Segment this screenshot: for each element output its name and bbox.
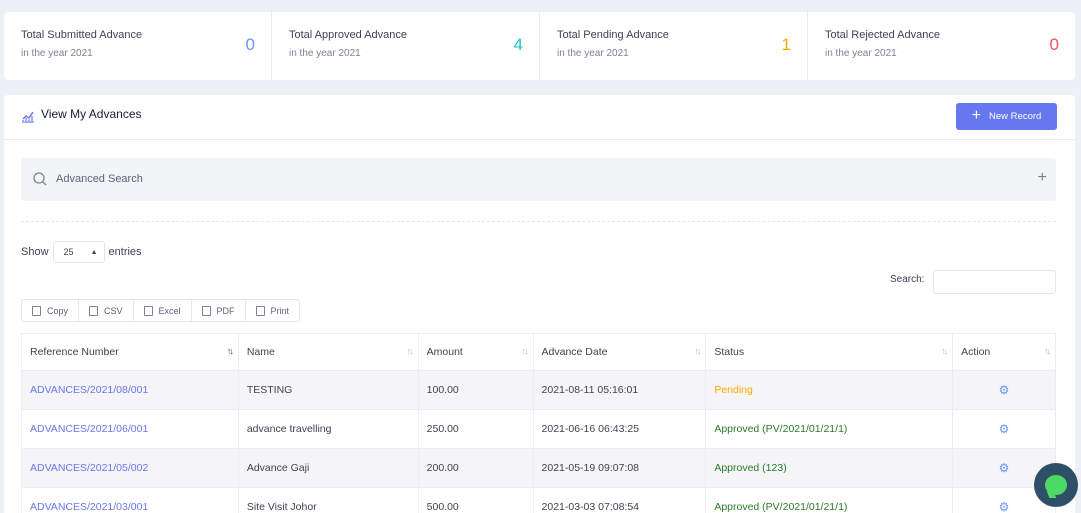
plus-icon: + [971, 106, 982, 124]
advances-card: View My Advances + New Record Advanced S… [4, 95, 1075, 513]
reference-link[interactable]: ADVANCES/2021/08/001 [21, 370, 239, 410]
search-label: Search: [890, 274, 925, 285]
sort-icon: ↑↓ [1044, 346, 1051, 356]
stat-approved: Total Approved Advance in the year 2021 … [272, 12, 540, 80]
search-icon [33, 172, 47, 186]
show-label: Show [21, 246, 49, 258]
stat-value: 1 [781, 35, 791, 54]
cell-date: 2021-05-19 09:07:08 [532, 448, 707, 488]
advanced-search-label: Advanced Search [56, 173, 143, 185]
excel-button[interactable]: Excel [134, 300, 192, 321]
cell-name: TESTING [237, 370, 419, 410]
print-icon [255, 305, 265, 316]
csv-label: CSV [104, 305, 123, 316]
cell-name: advance travelling [237, 409, 419, 449]
copy-label: Copy [47, 305, 69, 316]
excel-file-icon [143, 305, 153, 316]
stat-subtitle: in the year 2021 [289, 48, 361, 59]
stat-title: Total Pending Advance [557, 29, 669, 41]
expand-plus-icon: + [1037, 169, 1047, 186]
cell-status: Pending [705, 370, 954, 410]
stat-value: 0 [1049, 35, 1059, 54]
export-buttons: Copy CSV Excel PDF Print [21, 299, 301, 322]
advanced-search-toggle[interactable]: Advanced Search + [21, 158, 1056, 201]
table-row: ADVANCES/2021/08/001 TESTING 100.00 2021… [21, 370, 1056, 410]
excel-label: Excel [158, 305, 181, 316]
column-header-name[interactable]: Name ↑↓ [237, 333, 419, 371]
select-caret-icon: ▲ [90, 248, 98, 256]
stats-bar: Total Submitted Advance in the year 2021… [4, 12, 1075, 80]
divider [21, 221, 1056, 222]
sort-icon: ↑↓ [521, 346, 529, 356]
gear-icon[interactable]: ⚙ [999, 461, 1010, 475]
pdf-label: PDF [216, 305, 235, 316]
csv-file-icon [89, 305, 99, 316]
cell-amount: 100.00 [417, 370, 534, 410]
print-button[interactable]: Print [246, 300, 300, 321]
stat-title: Total Rejected Advance [825, 29, 940, 41]
sort-icon: ↑↓ [941, 346, 948, 356]
table-row: ADVANCES/2021/03/001 Site Visit Johor 50… [21, 487, 1056, 513]
search-input[interactable] [933, 270, 1056, 294]
cell-date: 2021-03-03 07:08:54 [532, 487, 707, 513]
sort-icon: ↑↓ [694, 346, 701, 356]
stat-title: Total Submitted Advance [21, 29, 143, 41]
length-control: Show 25 ▲ entries [21, 241, 142, 263]
gear-icon[interactable]: ⚙ [999, 383, 1010, 397]
table-header-row: Reference Number ↑↓ Name ↑↓ Amount ↑↓ Advan… [21, 333, 1056, 371]
copy-button[interactable]: Copy [22, 300, 80, 321]
reference-link[interactable]: ADVANCES/2021/06/001 [21, 409, 239, 449]
pdf-file-icon [201, 305, 211, 316]
stat-title: Total Approved Advance [289, 29, 408, 41]
cell-date: 2021-06-16 06:43:25 [532, 409, 707, 449]
chart-line-icon [22, 111, 34, 123]
pdf-button[interactable]: PDF [192, 300, 246, 321]
chat-widget-button[interactable] [1034, 463, 1078, 507]
reference-link[interactable]: ADVANCES/2021/05/002 [21, 448, 239, 488]
chat-bubble-icon [1045, 475, 1067, 495]
cell-name: Site Visit Johor [237, 487, 419, 513]
cell-status: Approved (123) [705, 448, 954, 488]
card-title: View My Advances [41, 107, 142, 121]
cell-action: ⚙ [952, 370, 1056, 410]
cell-name: Advance Gaji [237, 448, 419, 488]
print-label: Print [270, 305, 290, 316]
stat-subtitle: in the year 2021 [825, 48, 897, 59]
stat-value: 4 [513, 35, 523, 54]
csv-button[interactable]: CSV [79, 300, 134, 321]
cell-amount: 250.00 [417, 409, 534, 449]
gear-icon[interactable]: ⚙ [999, 500, 1010, 513]
stat-pending: Total Pending Advance in the year 2021 1 [540, 12, 808, 80]
column-header-action[interactable]: Action ↑↓ [952, 333, 1056, 371]
column-header-amount[interactable]: Amount ↑↓ [417, 333, 534, 371]
stat-subtitle: in the year 2021 [557, 48, 629, 59]
cell-amount: 500.00 [417, 487, 534, 513]
table-row: ADVANCES/2021/05/002 Advance Gaji 200.00… [21, 448, 1056, 488]
cell-action: ⚙ [952, 409, 1056, 449]
entries-value: 25 [63, 247, 74, 257]
reference-link[interactable]: ADVANCES/2021/03/001 [21, 487, 239, 513]
column-header-date[interactable]: Advance Date ↑↓ [532, 333, 707, 371]
stat-subtitle: in the year 2021 [21, 48, 93, 59]
new-record-button[interactable]: + New Record [956, 103, 1057, 130]
new-record-label: New Record [989, 111, 1042, 122]
copy-icon [32, 305, 41, 316]
sort-asc-icon: ↑↓ [226, 346, 234, 356]
gear-icon[interactable]: ⚙ [999, 422, 1010, 436]
card-header: View My Advances + New Record [4, 95, 1075, 140]
cell-date: 2021-08-11 05:16:01 [532, 370, 707, 410]
table-row: ADVANCES/2021/06/001 advance travelling … [21, 409, 1056, 449]
column-header-status[interactable]: Status ↑↓ [705, 333, 954, 371]
sort-icon: ↑↓ [406, 346, 414, 356]
stat-rejected: Total Rejected Advance in the year 2021 … [808, 12, 1075, 80]
cell-status: Approved (PV/2021/01/21/1) [705, 409, 954, 449]
entries-select[interactable]: 25 ▲ [52, 241, 105, 263]
entries-label: entries [108, 246, 142, 258]
cell-amount: 200.00 [417, 448, 534, 488]
stat-value: 0 [245, 35, 255, 54]
stat-submitted: Total Submitted Advance in the year 2021… [4, 12, 272, 80]
advances-table: Reference Number ↑↓ Name ↑↓ Amount ↑↓ Advan… [21, 333, 1056, 513]
cell-status: Approved (PV/2021/01/21/1) [705, 487, 954, 513]
column-header-reference[interactable]: Reference Number ↑↓ [21, 333, 239, 371]
